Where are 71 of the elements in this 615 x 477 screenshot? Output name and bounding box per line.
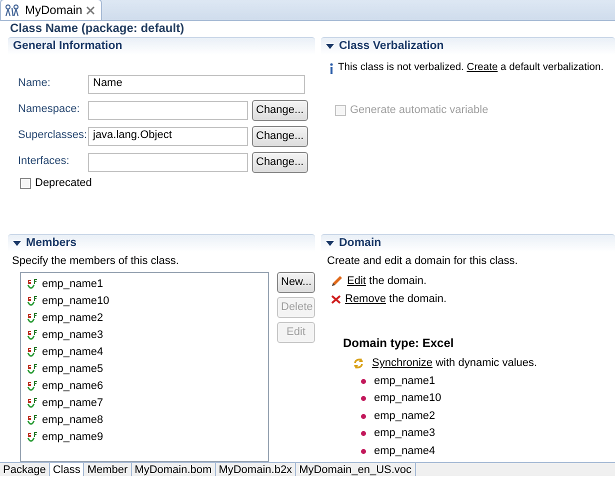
member-name[interactable]: emp_name5 [42,363,104,376]
section-title[interactable]: Domain [339,236,382,250]
member-name[interactable]: emp_name10 [42,295,110,308]
bullet-icon [361,414,366,419]
remove-icon [331,294,341,304]
editor-tab[interactable]: MyDomain [0,0,102,20]
domain-value: emp_name4 [374,444,436,458]
page-tab[interactable]: Class [50,463,84,476]
member-name[interactable]: emp_name4 [42,346,104,360]
section-description: Create and edit a domain for this class. [326,254,519,269]
page-tab[interactable]: MyDomain.b2x [216,463,296,476]
close-icon [86,6,96,14]
field-icon [27,380,38,393]
field-label: Superclasses: [17,129,88,143]
text-field[interactable]: Name [88,74,305,94]
member-name[interactable]: emp_name8 [42,414,104,428]
field-icon [27,330,38,342]
domain-value: emp_name1 [374,374,436,388]
bullet-icon [361,396,366,402]
domain-action-text: Remove the domain. [345,292,447,306]
member-name[interactable]: emp_name6 [42,380,104,394]
field-icon [27,364,38,376]
info-icon [329,62,334,74]
domain-value: emp_name10 [374,392,442,406]
page-title: Class Name (package: default) [9,21,186,37]
field-icon [27,312,38,325]
bullet-icon [361,448,366,454]
member-button[interactable]: New... [277,272,315,294]
member-name[interactable]: emp_name3 [42,329,104,342]
bullet-icon [361,378,366,384]
field-icon [27,296,38,308]
field-label: Namespace: [17,103,81,117]
domain-action-text: Edit the domain. [347,274,427,288]
section-title[interactable]: Members [26,236,76,250]
sync-icon [353,358,364,370]
domain-type-heading: Domain type: Excel [342,335,455,352]
section-description: Specify the members of this class. [11,254,180,269]
page-tab[interactable]: MyDomain.bom [132,463,216,476]
text-field[interactable] [88,152,248,172]
field-icon [27,346,38,359]
domain-action-link[interactable]: Edit [347,274,366,287]
member-name[interactable]: emp_name2 [42,312,104,326]
change-button[interactable]: Change... [252,152,308,172]
change-button[interactable]: Change... [252,126,308,146]
synchronize-link[interactable]: Synchronize [372,356,433,369]
field-icon [27,432,38,444]
domain-value: emp_name3 [374,427,436,440]
member-name[interactable]: emp_name1 [42,278,104,292]
pencil-icon [331,275,343,288]
domain-action-link[interactable]: Remove [345,292,386,305]
bullet-icon [361,431,366,436]
checkbox-label: Deprecated [35,177,92,190]
create-link[interactable]: Create [466,62,498,73]
field-icon [27,398,38,410]
member-name[interactable]: emp_name9 [42,431,104,444]
field-icon [27,414,38,427]
synchronize-text: Synchronize with dynamic values. [372,356,538,370]
change-button[interactable]: Change... [252,100,308,120]
verbalization-message: This class is not verbalized. Create a default verbalization. [338,62,604,74]
checkbox[interactable] [20,178,31,190]
checkbox-label: Generate automatic variable [350,104,488,118]
field-icon [27,278,38,291]
field-label: Name: [17,77,52,91]
section-title: General Information [13,40,122,54]
members-list[interactable]: emp_name1 emp_name10 emp_name2 emp_name3 emp_name4 emp_name5 emp_name6 emp_name7 emp_name8 emp_name9 [20,272,269,462]
figures-icon [5,4,21,16]
text-field[interactable]: java.lang.Object [88,126,248,146]
text-field[interactable] [88,100,248,120]
field-label: Interfaces: [17,155,70,169]
member-name[interactable]: emp_name7 [42,397,104,410]
domain-value: emp_name2 [374,410,436,423]
